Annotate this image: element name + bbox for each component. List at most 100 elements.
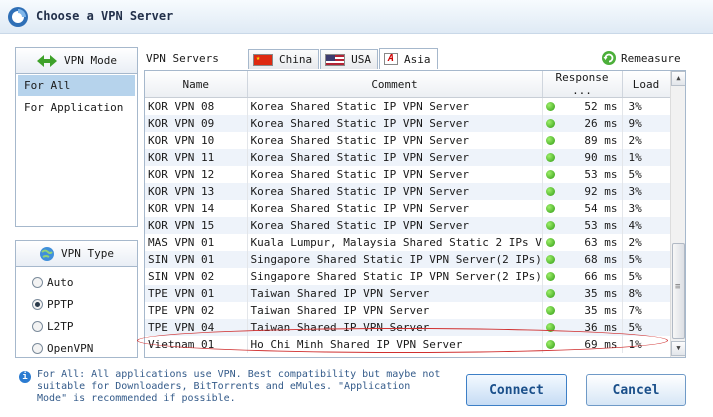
cell-comment: Korea Shared Static IP VPN Server	[247, 131, 543, 149]
radio-pptp[interactable]: PPTP	[16, 293, 137, 315]
table-row[interactable]: KOR VPN 12 Korea Shared Static IP VPN Ser…	[145, 165, 671, 183]
mode-item-for-all[interactable]: For All	[18, 75, 135, 96]
vpn-servers-label: VPN Servers	[146, 52, 219, 65]
table-row[interactable]: KOR VPN 14 Korea Shared Static IP VPN Ser…	[145, 199, 671, 217]
radio-auto[interactable]: Auto	[16, 271, 137, 293]
cell-response: 35 ms	[542, 301, 623, 319]
table-row[interactable]: KOR VPN 08 Korea Shared Static IP VPN Ser…	[145, 97, 671, 115]
radio-button[interactable]	[32, 298, 43, 310]
cell-comment: Korea Shared Static IP VPN Server	[247, 148, 543, 166]
cell-response-text: 52 ms	[584, 99, 618, 113]
cell-comment: Singapore Shared Static IP VPN Server(2 …	[247, 267, 543, 285]
vpn-mode-panel: VPN Mode For All For Application	[15, 47, 138, 227]
cell-response: 63 ms	[542, 233, 623, 251]
column-header-response[interactable]: Response ...	[542, 71, 623, 98]
cell-comment-text: Kuala Lumpur, Malaysia Shared Static 2 I…	[250, 235, 542, 249]
cell-name: KOR VPN 08	[145, 97, 248, 115]
cell-load-text: 9%	[628, 116, 642, 130]
cell-response-text: 66 ms	[584, 269, 618, 283]
cell-name: SIN VPN 01	[145, 250, 248, 268]
cell-response: 69 ms	[542, 335, 623, 353]
status-ok-icon	[545, 322, 555, 332]
radio-button[interactable]	[32, 320, 43, 332]
cell-load-text: 8%	[628, 286, 642, 300]
cell-response-text: 26 ms	[584, 116, 618, 130]
cell-name-text: KOR VPN 13	[148, 184, 215, 198]
radio-label: Auto	[47, 275, 74, 289]
cancel-button[interactable]: Cancel	[586, 374, 686, 406]
mode-item-for-application[interactable]: For Application	[18, 97, 135, 118]
scroll-up-button[interactable]: ▲	[671, 71, 685, 86]
cell-response-text: 53 ms	[584, 218, 618, 232]
usa-flag-icon	[325, 53, 346, 66]
cell-load: 3%	[622, 97, 671, 115]
remeasure-button[interactable]: Remeasure	[601, 50, 681, 66]
cell-response: 53 ms	[542, 216, 623, 234]
table-row[interactable]: KOR VPN 15 Korea Shared Static IP VPN Ser…	[145, 216, 671, 234]
cell-load: 5%	[622, 250, 671, 268]
cell-comment-text: Singapore Shared Static IP VPN Server(2 …	[250, 269, 542, 283]
column-header-name[interactable]: Name	[145, 71, 248, 98]
cell-load-text: 1%	[628, 150, 642, 164]
table-row[interactable]: SIN VPN 02 Singapore Shared Static IP VPN…	[145, 267, 671, 285]
cell-name-text: Vietnam 01	[148, 337, 215, 351]
cell-comment-text: Korea Shared Static IP VPN Server	[250, 184, 470, 198]
radio-label: PPTP	[47, 297, 74, 311]
table-row[interactable]: KOR VPN 11 Korea Shared Static IP VPN Ser…	[145, 148, 671, 166]
window-title: Choose a VPN Server	[36, 9, 174, 23]
vpn-type-header: VPN Type	[16, 241, 137, 267]
cell-comment: Singapore Shared Static IP VPN Server(2 …	[247, 250, 543, 268]
table-row[interactable]: KOR VPN 10 Korea Shared Static IP VPN Ser…	[145, 131, 671, 149]
tab-asia[interactable]: Asia	[379, 48, 438, 69]
cell-load: 1%	[622, 148, 671, 166]
cell-comment-text: Taiwan Shared IP VPN Server	[250, 286, 430, 300]
column-header-comment[interactable]: Comment	[247, 71, 543, 98]
cell-response-text: 89 ms	[584, 133, 618, 147]
cell-comment-text: Korea Shared Static IP VPN Server	[250, 201, 470, 215]
table-row[interactable]: MAS VPN 01 Kuala Lumpur, Malaysia Shared …	[145, 233, 671, 251]
radio-l2tp[interactable]: L2TP	[16, 315, 137, 337]
tab-china[interactable]: China	[248, 49, 320, 69]
radio-label: L2TP	[47, 319, 74, 333]
cell-load: 3%	[622, 199, 671, 217]
cell-response-text: 68 ms	[584, 252, 618, 266]
connect-button[interactable]: Connect	[466, 374, 567, 406]
cell-load-text: 5%	[628, 269, 642, 283]
cell-response: 52 ms	[542, 97, 623, 115]
cell-comment-text: Korea Shared Static IP VPN Server	[250, 150, 470, 164]
cell-name-text: KOR VPN 09	[148, 116, 215, 130]
table-row[interactable]: TPE VPN 04 Taiwan Shared IP VPN Server 36 …	[145, 318, 671, 336]
table-row[interactable]: Vietnam 01 Ho Chi Minh Shared IP VPN Serv…	[145, 335, 671, 353]
table-row[interactable]: SIN VPN 01 Singapore Shared Static IP VPN…	[145, 250, 671, 268]
cell-name-text: MAS VPN 01	[148, 235, 215, 249]
cell-response-text: 36 ms	[584, 320, 618, 334]
cell-response: 36 ms	[542, 318, 623, 336]
cell-response: 35 ms	[542, 284, 623, 302]
column-header-load[interactable]: Load	[622, 71, 671, 98]
tab-usa[interactable]: USA	[320, 49, 378, 69]
title-bar: Choose a VPN Server	[0, 0, 713, 34]
cell-comment: Korea Shared Static IP VPN Server	[247, 165, 543, 183]
radio-button[interactable]	[32, 276, 43, 288]
table-row[interactable]: TPE VPN 01 Taiwan Shared IP VPN Server 35 …	[145, 284, 671, 302]
table-row[interactable]: KOR VPN 09 Korea Shared Static IP VPN Ser…	[145, 114, 671, 132]
status-ok-icon	[545, 186, 555, 196]
cell-load: 4%	[622, 216, 671, 234]
table-row[interactable]: TPE VPN 02 Taiwan Shared IP VPN Server 35 …	[145, 301, 671, 319]
cell-load: 2%	[622, 233, 671, 251]
radio-openvpn[interactable]: OpenVPN	[16, 337, 137, 359]
radio-button[interactable]	[32, 342, 43, 354]
cell-name: KOR VPN 11	[145, 148, 248, 166]
region-tabs: China USA Asia	[248, 48, 439, 69]
scroll-thumb[interactable]	[672, 243, 685, 339]
table-row[interactable]: KOR VPN 13 Korea Shared Static IP VPN Ser…	[145, 182, 671, 200]
cell-response: 68 ms	[542, 250, 623, 268]
cell-name: KOR VPN 13	[145, 182, 248, 200]
status-ok-icon	[545, 237, 555, 247]
scroll-down-button[interactable]: ▼	[671, 341, 685, 356]
app-logo-icon	[8, 7, 28, 27]
vertical-scrollbar[interactable]: ▲ ▼	[670, 71, 685, 357]
cell-comment-text: Korea Shared Static IP VPN Server	[250, 218, 470, 232]
cell-name: Vietnam 01	[145, 335, 248, 353]
cell-response-text: 63 ms	[584, 235, 618, 249]
